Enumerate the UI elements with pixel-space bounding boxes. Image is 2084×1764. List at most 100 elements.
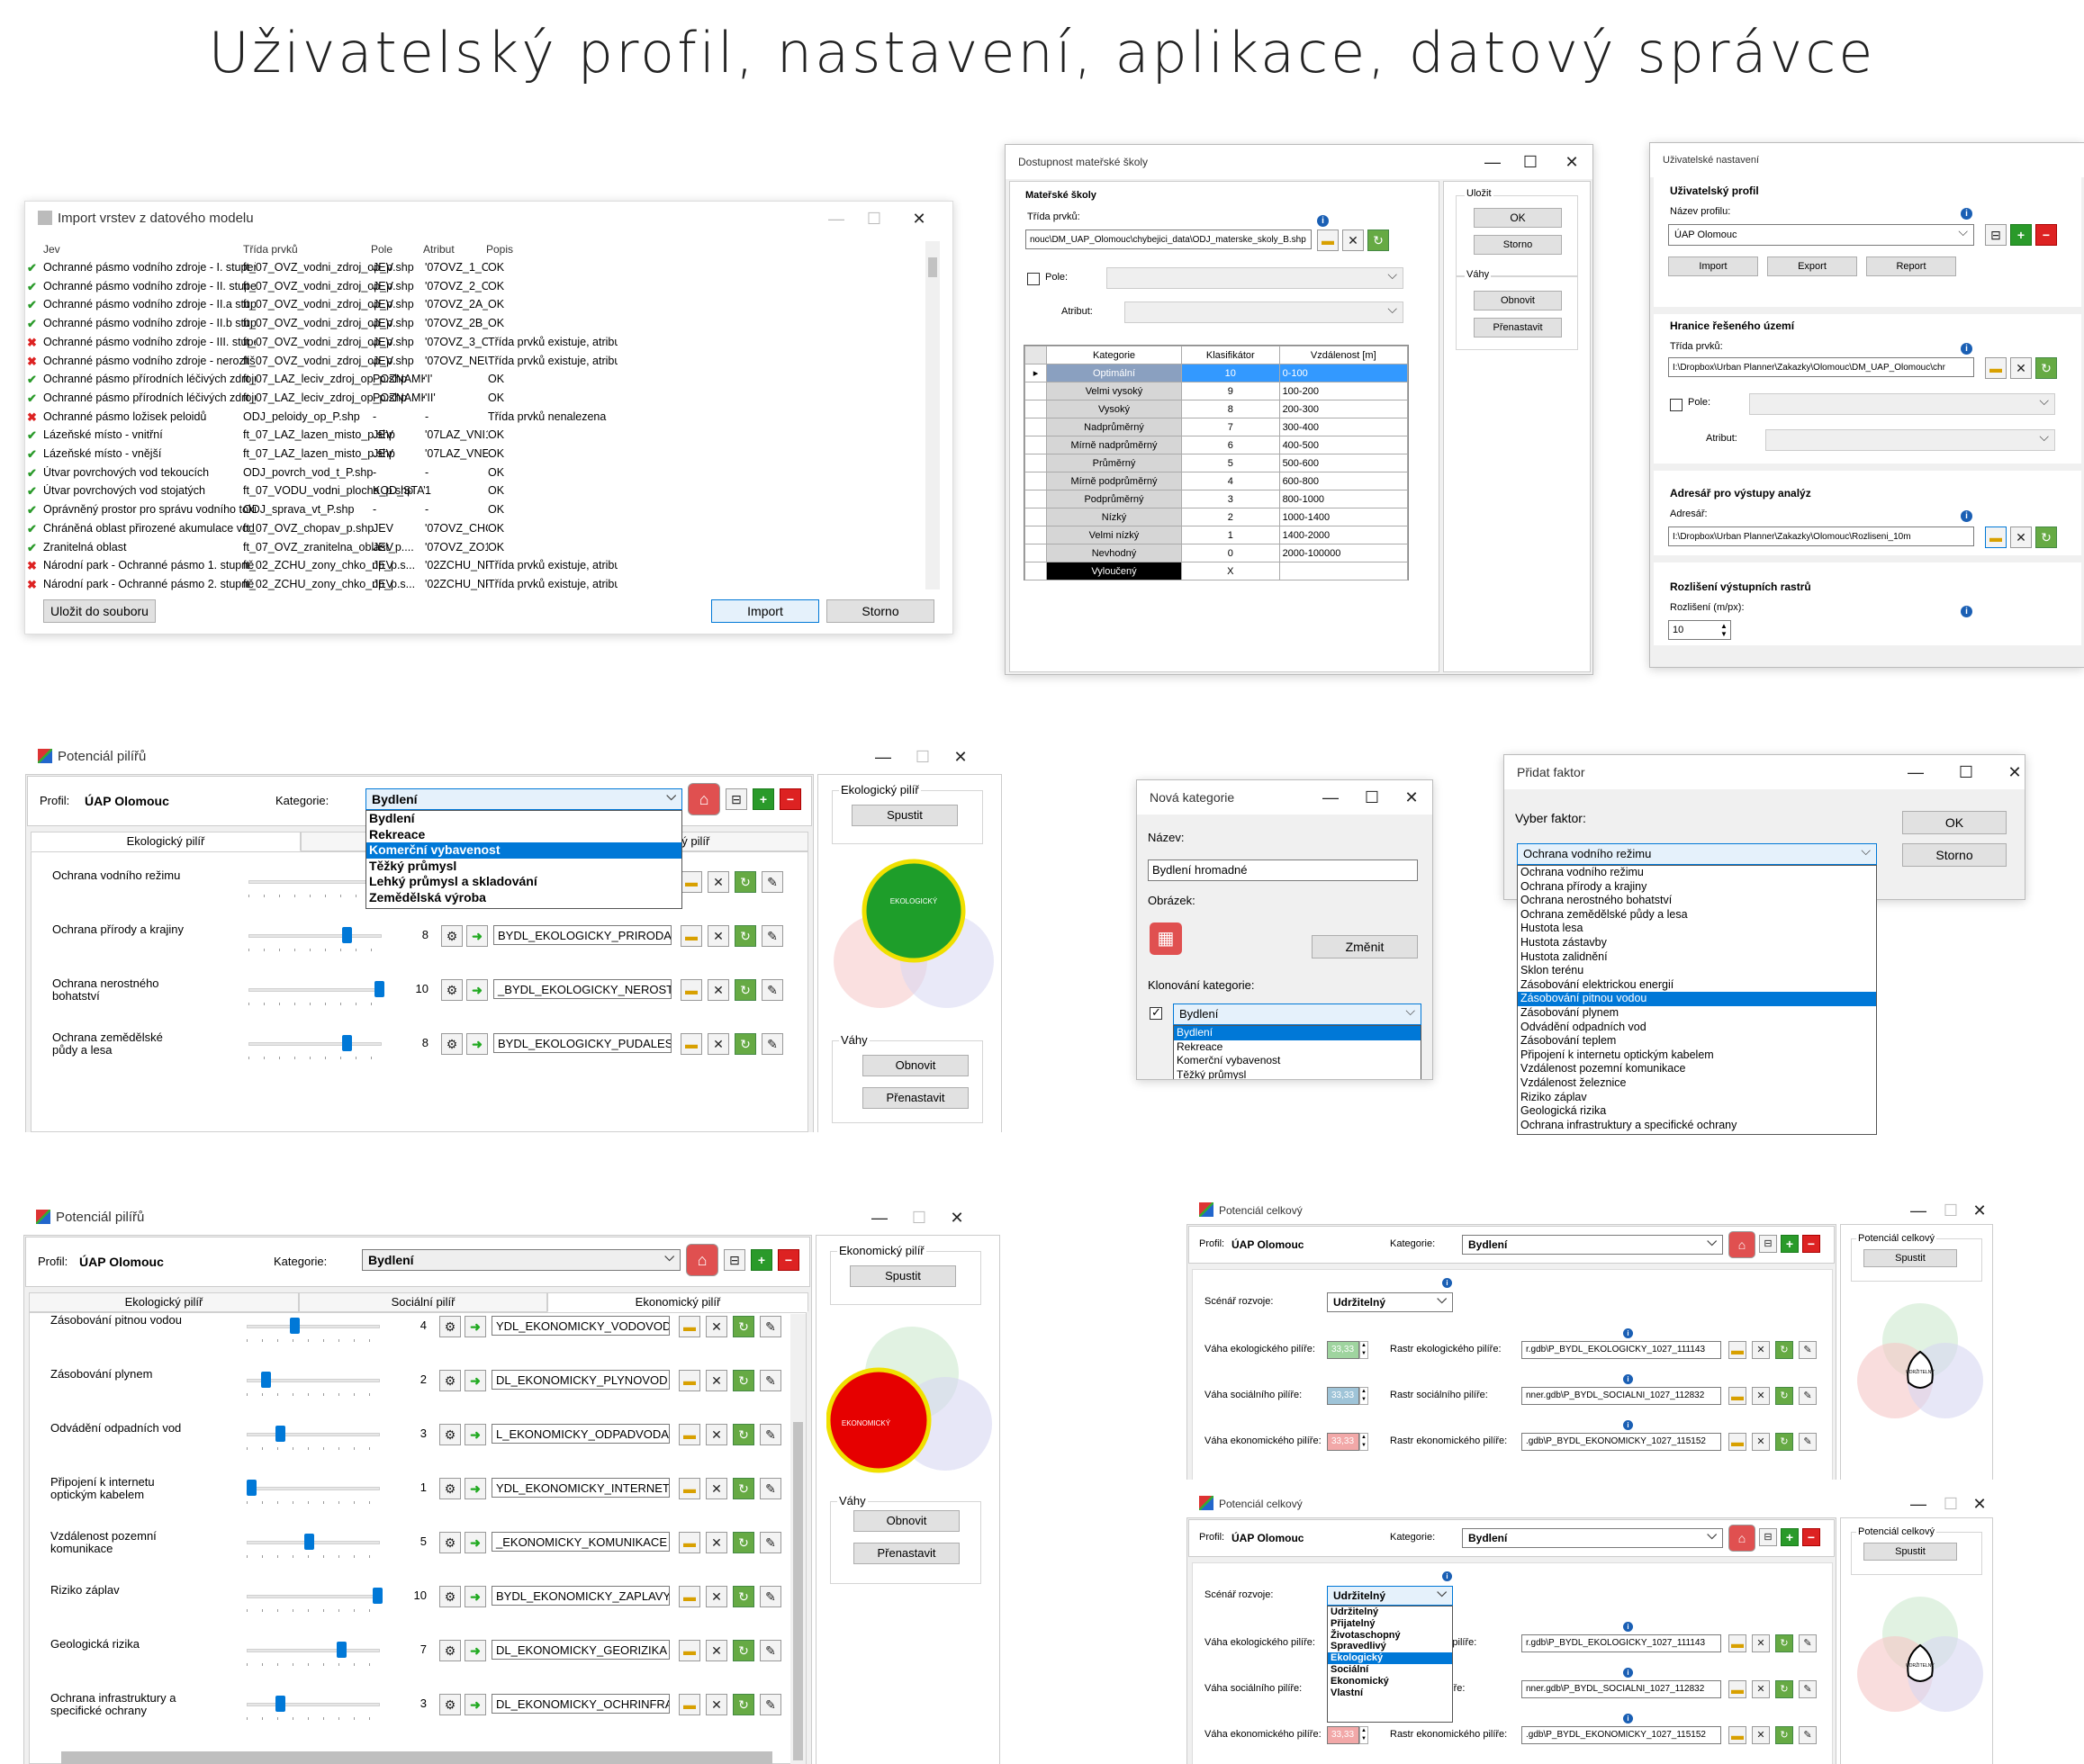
klasifikator-cell[interactable]: X: [1181, 562, 1280, 580]
folder-icon[interactable]: ▬: [679, 1586, 700, 1607]
folder-icon[interactable]: ▬: [1728, 1341, 1746, 1359]
edit-icon[interactable]: ✎: [760, 1586, 781, 1607]
weight-input[interactable]: 33,33: [1327, 1387, 1359, 1405]
kategorie-select[interactable]: Bydlení: [1462, 1528, 1723, 1548]
check-icon[interactable]: ↻: [733, 1586, 754, 1607]
dropdown-option[interactable]: Udržitelný: [1328, 1606, 1452, 1618]
folder-icon[interactable]: ▬: [1985, 526, 2007, 548]
dropdown-option[interactable]: Těžký průmysl: [1174, 1068, 1421, 1080]
stepper-arrows-icon[interactable]: ▲▼: [1719, 622, 1729, 638]
klasifikator-cell[interactable]: 7: [1181, 418, 1280, 436]
distance-cell[interactable]: 500-600: [1278, 454, 1409, 472]
remove-icon[interactable]: −: [778, 1249, 799, 1271]
dropdown-option[interactable]: Riziko záplav: [1518, 1091, 1876, 1105]
clear-icon[interactable]: ✕: [706, 1640, 727, 1661]
arrow-right-icon[interactable]: ➜: [465, 1694, 486, 1715]
kategorie-select[interactable]: Bydlení: [1462, 1235, 1723, 1255]
obnovit-button[interactable]: Obnovit: [853, 1510, 960, 1532]
table-row[interactable]: Průměrný 5 500-600: [1024, 454, 1409, 472]
dropdown-option[interactable]: Vlastní: [1328, 1688, 1452, 1699]
close-icon[interactable]: ✕: [1553, 145, 1591, 179]
folder-icon[interactable]: ▬: [679, 1316, 700, 1337]
edit-icon[interactable]: ✎: [1799, 1680, 1817, 1698]
check-icon[interactable]: ↻: [1775, 1387, 1793, 1405]
weight-input[interactable]: 33,33: [1327, 1726, 1359, 1744]
scenar-select[interactable]: Udržitelný: [1327, 1586, 1453, 1606]
dropdown-option[interactable]: Vzdálenost pozemní komunikace: [1518, 1062, 1876, 1076]
rename-icon[interactable]: ⊟: [1759, 1528, 1777, 1546]
profil-import-button[interactable]: Import: [1668, 256, 1758, 276]
faktor-dropdown[interactable]: Ochrana vodního režimu Ochrana přírody a …: [1517, 865, 1877, 1135]
settings-icon[interactable]: ⚙: [439, 1694, 461, 1715]
add-icon[interactable]: +: [1781, 1528, 1799, 1546]
table-row[interactable]: Nadprůměrný 7 300-400: [1024, 418, 1409, 436]
home-icon[interactable]: ⌂: [1728, 1525, 1755, 1552]
maximize-icon[interactable]: ☐: [1353, 780, 1391, 814]
weight-slider[interactable]: [247, 1588, 383, 1612]
spustit-button[interactable]: Spustit: [852, 805, 958, 826]
distance-cell[interactable]: 0-100: [1278, 364, 1409, 382]
distance-cell[interactable]: 100-200: [1278, 382, 1409, 400]
table-row[interactable]: Nízký 2 1000-1400: [1024, 508, 1409, 526]
dropdown-option[interactable]: Zásobování plynem: [1518, 1006, 1876, 1021]
rename-icon[interactable]: ⊟: [1985, 224, 2007, 246]
edit-icon[interactable]: ✎: [762, 871, 783, 893]
pole-select[interactable]: [1106, 267, 1403, 289]
klasifikator-cell[interactable]: 2: [1181, 508, 1280, 526]
minimize-icon[interactable]: —: [861, 1201, 898, 1235]
atribut-select[interactable]: [1124, 302, 1403, 323]
clear-icon[interactable]: ✕: [1752, 1634, 1770, 1652]
raster-input[interactable]: r.gdb\P_BYDL_EKOLOGICKY_1027_111143: [1521, 1634, 1721, 1652]
close-icon[interactable]: ✕: [1393, 780, 1430, 814]
folder-icon[interactable]: ▬: [1728, 1387, 1746, 1405]
clear-icon[interactable]: ✕: [708, 1033, 729, 1055]
clear-icon[interactable]: ✕: [706, 1316, 727, 1337]
table-row[interactable]: Vysoký 8 200-300: [1024, 400, 1409, 418]
raster-input[interactable]: .gdb\P_BYDL_EKONOMICKY_1027_115152: [1521, 1726, 1721, 1744]
ok-button[interactable]: OK: [1474, 208, 1562, 228]
dropdown-option[interactable]: Těžký průmysl: [366, 859, 681, 875]
dropdown-option[interactable]: Životaschopný: [1328, 1630, 1452, 1642]
edit-icon[interactable]: ✎: [760, 1370, 781, 1391]
minimize-icon[interactable]: —: [1312, 780, 1349, 814]
clear-icon[interactable]: ✕: [706, 1586, 727, 1607]
weight-slider[interactable]: [247, 1480, 380, 1504]
tab-ekologicky[interactable]: Ekologický pilíř: [29, 1292, 299, 1312]
row-selector[interactable]: [1024, 418, 1047, 436]
kategorie-dropdown[interactable]: Bydlení Rekreace Komerční vybavenost Těžký …: [365, 810, 682, 909]
clear-icon[interactable]: ✕: [1752, 1680, 1770, 1698]
raster-field[interactable]: YDL_EKONOMICKY_INTERNET: [492, 1478, 670, 1498]
klasifikator-cell[interactable]: 1: [1181, 526, 1280, 544]
profil-export-button[interactable]: Export: [1767, 256, 1857, 276]
distance-cell[interactable]: 2000-100000: [1278, 544, 1409, 562]
ok-button[interactable]: OK: [1902, 811, 2007, 834]
weight-slider[interactable]: [247, 1642, 380, 1666]
remove-icon[interactable]: −: [2035, 224, 2057, 246]
weight-slider[interactable]: [247, 1426, 380, 1450]
row-selector[interactable]: [1024, 562, 1047, 580]
settings-icon[interactable]: ⚙: [439, 1586, 461, 1607]
klasifikator-cell[interactable]: 6: [1181, 436, 1280, 454]
table-row[interactable]: Mírně podprůměrný 4 600-800: [1024, 472, 1409, 490]
clear-icon[interactable]: ✕: [2010, 526, 2032, 548]
dropdown-option[interactable]: Zásobování elektrickou energií: [1518, 978, 1876, 993]
settings-icon[interactable]: ⚙: [439, 1532, 461, 1553]
dropdown-option[interactable]: Geologická rizika: [1518, 1104, 1876, 1119]
distance-cell[interactable]: 200-300: [1278, 400, 1409, 418]
weight-slider[interactable]: [248, 1035, 382, 1059]
folder-icon[interactable]: ▬: [1728, 1726, 1746, 1744]
cancel-button[interactable]: Storno: [826, 599, 934, 623]
maximize-icon[interactable]: ☐: [904, 740, 942, 774]
settings-icon[interactable]: ⚙: [439, 1316, 461, 1337]
dropdown-option[interactable]: Rekreace: [1174, 1040, 1421, 1055]
edit-icon[interactable]: ✎: [760, 1640, 781, 1661]
klasifikator-cell[interactable]: 10: [1181, 364, 1280, 382]
edit-icon[interactable]: ✎: [762, 979, 783, 1001]
table-row[interactable]: Vyloučený X: [1024, 562, 1409, 580]
check-icon[interactable]: ↻: [733, 1424, 754, 1445]
dropdown-option[interactable]: Sklon terénu: [1518, 964, 1876, 978]
arrow-right-icon[interactable]: ➜: [465, 1532, 486, 1553]
folder-icon[interactable]: ▬: [679, 1370, 700, 1391]
close-icon[interactable]: ✕: [1961, 1197, 1997, 1224]
check-icon[interactable]: ↻: [735, 871, 756, 893]
